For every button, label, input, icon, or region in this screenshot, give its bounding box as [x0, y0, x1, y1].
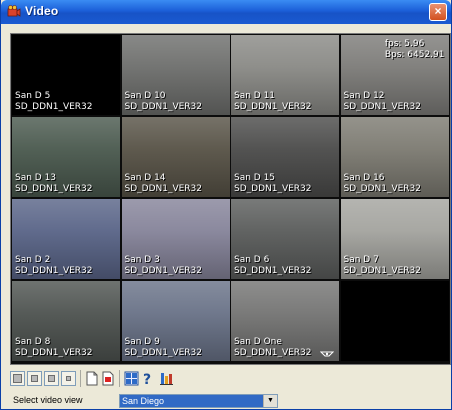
video-grid: San D 5 SD_DDN1_VER32 San D 10 SD_DDN1_VER3…: [10, 33, 451, 365]
camera-server: SD_DDN1_VER32: [124, 101, 203, 112]
camera-server: SD_DDN1_VER32: [15, 183, 93, 194]
camera-tile[interactable]: San D 10 SD_DDN1_VER32: [121, 35, 230, 115]
camera-label: San D 8 SD_DDN1_VER32: [15, 337, 93, 358]
camera-name: San D 14: [124, 173, 166, 183]
camera-server: SD_DDN1_VER32: [343, 101, 422, 112]
camera-label: San D 14 SD_DDN1_VER32: [125, 173, 203, 194]
camera-tile[interactable]: San D 7 SD_DDN1_VER32: [340, 199, 449, 279]
camera-name: San D 8: [15, 337, 51, 347]
camera-label: San D One SD_DDN1_VER32: [234, 337, 335, 358]
camera-name: San D 16: [343, 173, 385, 183]
camera-tile[interactable]: San D 14 SD_DDN1_VER32: [121, 117, 230, 197]
new-view-icon[interactable]: [85, 371, 99, 386]
layout-2x2-button[interactable]: [27, 371, 42, 386]
toolbar-divider: [80, 370, 81, 387]
camera-name: San D 15: [234, 173, 276, 183]
layout-4x4-button[interactable]: [61, 371, 76, 386]
stream-stats: fps: 5.96 Bps: 6452.91: [385, 39, 445, 61]
record-icon[interactable]: [101, 371, 115, 386]
camera-name: San D 5: [15, 91, 51, 101]
camera-server: SD_DDN1_VER32: [234, 183, 312, 194]
camera-label: San D 6 SD_DDN1_VER32: [234, 255, 312, 276]
view-select-dropdown[interactable]: San Diego ▼: [119, 394, 278, 408]
camera-server: SD_DDN1_VER32: [343, 265, 422, 276]
layout-2x2-icon: [31, 375, 38, 382]
camera-server: SD_DDN1_VER32: [124, 265, 203, 276]
camera-tile[interactable]: San D 12 SD_DDN1_VER32 fps: 5.96 Bps: 6452.…: [340, 35, 449, 115]
layout-1x1-icon: [13, 374, 22, 383]
ptz-camera-icon: [319, 350, 335, 358]
camera-name: San D 3: [124, 255, 160, 265]
camera-name: San D 11: [234, 91, 276, 101]
camera-name: San D 12: [343, 91, 385, 101]
camera-server: SD_DDN1_VER32: [15, 101, 93, 112]
layout-4x4-icon: [66, 376, 71, 381]
camera-tile[interactable]: San D 6 SD_DDN1_VER32: [231, 199, 339, 279]
camera-label: San D 10 SD_DDN1_VER32: [125, 91, 203, 112]
camera-tile[interactable]: San D 3 SD_DDN1_VER32: [121, 199, 230, 279]
layout-3x3-button[interactable]: [44, 371, 59, 386]
layout-1x1-button[interactable]: [10, 371, 25, 386]
camera-server: SD_DDN1_VER32: [15, 347, 93, 358]
help-icon[interactable]: ?: [142, 371, 154, 386]
camera-name: San D 13: [15, 173, 57, 183]
camera-server: SD_DDN1_VER32: [343, 183, 422, 194]
camera-tile[interactable]: San D 16 SD_DDN1_VER32: [340, 117, 449, 197]
camera-tile[interactable]: San D 13 SD_DDN1_VER32: [12, 117, 120, 197]
camera-label: San D 2 SD_DDN1_VER32: [15, 255, 93, 276]
camera-name: San D 2: [15, 255, 51, 265]
camera-name: San D 10: [124, 91, 166, 101]
close-button[interactable]: ×: [429, 3, 447, 21]
layout-3x3-icon: [48, 375, 55, 382]
camera-tile[interactable]: San D 11 SD_DDN1_VER32: [231, 35, 339, 115]
camera-server: SD_DDN1_VER32: [234, 101, 312, 112]
video-window: Video × San D 5 SD_DDN1_VER32 San D 10 SD_D…: [0, 0, 452, 410]
camera-label: San D 12 SD_DDN1_VER32: [344, 91, 422, 112]
camera-server: SD_DDN1_VER32: [234, 265, 312, 276]
bps-readout: Bps: 6452.91: [384, 50, 445, 60]
camera-server: SD_DDN1_VER32: [124, 183, 203, 194]
camera-label: San D 3 SD_DDN1_VER32: [125, 255, 203, 276]
camera-tile[interactable]: San D 15 SD_DDN1_VER32: [231, 117, 339, 197]
camera-label: San D 5 SD_DDN1_VER32: [15, 91, 93, 112]
camera-name: San D 9: [124, 337, 160, 347]
camera-server: SD_DDN1_VER32: [234, 347, 312, 358]
settings-icon[interactable]: [159, 371, 174, 386]
window-title: Video: [25, 4, 59, 18]
camera-label: San D 13 SD_DDN1_VER32: [15, 173, 93, 194]
camera-tile[interactable]: San D 5 SD_DDN1_VER32: [12, 35, 120, 115]
view-select-value: San Diego: [120, 395, 263, 407]
camera-name: San D One: [234, 337, 282, 347]
grid-view-icon[interactable]: [124, 371, 139, 386]
camera-tile[interactable]: San D One SD_DDN1_VER32: [231, 281, 339, 361]
camera-label: San D 16 SD_DDN1_VER32: [344, 173, 422, 194]
camera-label: San D 11 SD_DDN1_VER32: [234, 91, 312, 112]
camera-label: San D 7 SD_DDN1_VER32: [344, 255, 422, 276]
camera-label: San D 9 SD_DDN1_VER32: [125, 337, 203, 358]
fps-readout: fps: 5.96: [384, 39, 425, 49]
toolbar: ?: [10, 369, 450, 389]
camera-tile[interactable]: San D 2 SD_DDN1_VER32: [12, 199, 120, 279]
camera-server: SD_DDN1_VER32: [124, 347, 203, 358]
camera-label: San D 15 SD_DDN1_VER32: [234, 173, 312, 194]
svg-text:?: ?: [143, 372, 151, 386]
camera-tile[interactable]: [340, 281, 449, 361]
toolbar-divider: [119, 370, 120, 387]
camera-name: San D 7: [343, 255, 379, 265]
view-select-label: Select video view: [13, 395, 83, 405]
camera-name: San D 6: [234, 255, 270, 265]
camera-tile[interactable]: San D 9 SD_DDN1_VER32: [121, 281, 230, 361]
camera-server: SD_DDN1_VER32: [15, 265, 93, 276]
camera-tile[interactable]: San D 8 SD_DDN1_VER32: [12, 281, 120, 361]
chevron-down-icon[interactable]: ▼: [263, 395, 277, 407]
video-camera-icon: [7, 5, 21, 17]
view-select-row: Select video view San Diego ▼: [1, 392, 451, 410]
title-bar[interactable]: Video ×: [1, 0, 451, 24]
